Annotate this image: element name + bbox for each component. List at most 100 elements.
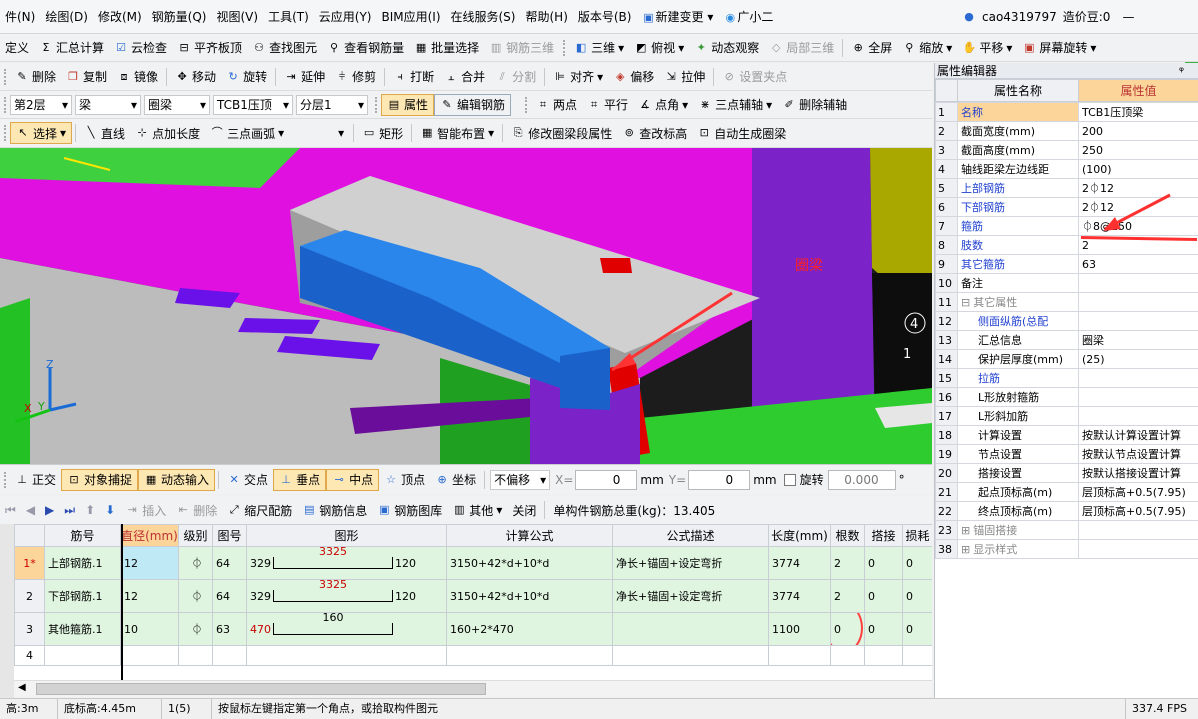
row-header[interactable]: 3 xyxy=(14,612,45,646)
menu-new-change[interactable]: ▣ 新建变更 ▾ xyxy=(636,0,718,33)
cell-count[interactable]: 0 xyxy=(830,612,865,646)
cell-empty[interactable] xyxy=(44,645,121,666)
property-value[interactable] xyxy=(1078,539,1198,559)
property-row[interactable]: 16 L形放射箍筋 xyxy=(935,387,1198,407)
property-row[interactable]: 9 其它箍筋 63 xyxy=(935,254,1198,274)
property-value[interactable]: 250 xyxy=(1078,140,1198,160)
header-formula[interactable]: 计算公式 xyxy=(446,524,613,547)
property-name[interactable]: 肢数 xyxy=(957,235,1079,255)
table-row[interactable]: 4 xyxy=(14,645,932,666)
cell-length[interactable]: 3774 xyxy=(768,579,831,613)
offset-button[interactable]: ◈ 偏移 xyxy=(608,66,659,88)
cell-description[interactable]: 净长+锚固+设定弯折 xyxy=(612,546,769,580)
find-element-button[interactable]: ⚇ 查找图元 xyxy=(247,37,322,59)
cell-empty[interactable] xyxy=(212,645,247,666)
property-value[interactable]: 200 xyxy=(1078,121,1198,141)
intersection-toggle[interactable]: ✕ 交点 xyxy=(222,469,273,491)
property-name[interactable]: 其它箍筋 xyxy=(957,254,1079,274)
property-name[interactable]: 上部钢筋 xyxy=(957,178,1079,198)
menu-bim[interactable]: BIM应用(I) xyxy=(376,0,445,33)
rectangle-button[interactable]: ▭ 矩形 xyxy=(357,122,408,144)
pan-button[interactable]: ✋ 平移 ▾ xyxy=(957,37,1017,59)
three-point-arc-button[interactable]: ⌒ 三点画弧 ▾ xyxy=(205,122,289,144)
row-header[interactable]: 4 xyxy=(14,645,45,666)
property-row[interactable]: 13 汇总信息 圈梁 xyxy=(935,330,1198,350)
3d-viewport[interactable]: 圈梁 4 1 Z X Y xyxy=(0,148,932,464)
menu-tools[interactable]: 工具(T) xyxy=(263,0,314,33)
minimize-icon[interactable]: — xyxy=(1122,10,1134,24)
cell-name[interactable]: 下部钢筋.1 xyxy=(44,579,121,613)
property-name[interactable]: L形放射箍筋 xyxy=(957,387,1079,407)
rotate-button[interactable]: ↻ 旋转 xyxy=(221,66,272,88)
property-name[interactable]: 拉筋 xyxy=(957,368,1079,388)
cell-lap[interactable]: 0 xyxy=(864,546,903,580)
property-row[interactable]: 3 截面高度(mm) 250 xyxy=(935,140,1198,160)
cell-empty[interactable] xyxy=(612,645,769,666)
property-row[interactable]: 12 侧面纵筋(总配 xyxy=(935,311,1198,331)
vertex-toggle[interactable]: ☆ 顶点 xyxy=(379,469,430,491)
cell-description[interactable] xyxy=(612,612,769,646)
property-name[interactable]: 汇总信息 xyxy=(957,330,1079,350)
property-row[interactable]: 20 搭接设置 按默认搭接设置计算 xyxy=(935,463,1198,483)
expand-toggle-icon[interactable]: ⊞ xyxy=(961,524,970,537)
break-button[interactable]: ⫞ 打断 xyxy=(388,66,439,88)
property-value[interactable]: 按默认计算设置计算 xyxy=(1078,425,1198,445)
perpendicular-toggle[interactable]: ⊥ 垂点 xyxy=(273,468,327,491)
property-name[interactable]: 箍筋 xyxy=(957,216,1079,236)
property-row[interactable]: 23 ⊞ 锚固搭接 xyxy=(935,520,1198,540)
property-value[interactable]: (25) xyxy=(1078,349,1198,369)
rotate-checkbox[interactable] xyxy=(783,473,796,486)
cell-count[interactable]: 2 xyxy=(830,579,865,613)
mirror-button[interactable]: ⧈ 镜像 xyxy=(112,66,163,88)
split-button[interactable]: ⫽ 分割 xyxy=(490,66,541,88)
scale-rebar-button[interactable]: ⤢ 缩尺配筋 xyxy=(222,499,297,521)
header-figure-no[interactable]: 图号 xyxy=(212,524,247,547)
property-row[interactable]: 22 终点顶标高(m) 层顶标高+0.5(7.95) xyxy=(935,501,1198,521)
cloud-check-button[interactable]: ☑ 云检查 xyxy=(109,37,172,59)
property-name[interactable]: ⊞ 锚固搭接 xyxy=(957,520,1079,540)
property-row[interactable]: 10 备注 xyxy=(935,273,1198,293)
property-row[interactable]: 17 L形斜加筋 xyxy=(935,406,1198,426)
property-name[interactable]: 终点顶标高(m) xyxy=(957,501,1079,521)
property-name[interactable]: 截面高度(mm) xyxy=(957,140,1079,160)
dynamic-input-toggle[interactable]: ▦ 动态输入 xyxy=(138,468,216,491)
property-value[interactable] xyxy=(1078,292,1198,312)
cell-diameter[interactable]: 10 xyxy=(120,612,179,646)
fullscreen-button[interactable]: ⊕ 全屏 xyxy=(846,37,897,59)
property-value[interactable] xyxy=(1078,273,1198,293)
property-name[interactable]: 保护层厚度(mm) xyxy=(957,349,1079,369)
prev-record-button[interactable]: ◀ xyxy=(21,499,40,521)
view-rebar-button[interactable]: ⚲ 查看钢筋量 xyxy=(322,37,409,59)
header-shape[interactable]: 图形 xyxy=(246,524,447,547)
define-button[interactable]: 定义 xyxy=(0,37,34,59)
property-row[interactable]: 14 保护层厚度(mm) (25) xyxy=(935,349,1198,369)
object-snap-toggle[interactable]: ⊡ 对象捕捉 xyxy=(61,468,139,491)
header-diameter[interactable]: 直径(mm) xyxy=(120,524,179,547)
cell-loss[interactable]: 0 xyxy=(902,579,932,613)
insert-row-button[interactable]: ⇥ 插入 xyxy=(120,499,171,521)
cell-empty[interactable] xyxy=(246,645,447,666)
cell-name[interactable]: 上部钢筋.1 xyxy=(44,546,121,580)
subtype-select[interactable]: 圈梁 ▾ xyxy=(144,94,210,115)
close-grid-button[interactable]: 关闭 xyxy=(507,499,541,521)
table-row[interactable]: 1* 上部钢筋.1 12 ⏀ 64 329 3325 120 3150+42*d+1… xyxy=(14,546,932,580)
copy-button[interactable]: ❐ 复制 xyxy=(61,66,112,88)
top-view-button[interactable]: ◩ 俯视 ▾ xyxy=(629,37,689,59)
cell-diameter[interactable]: 12 xyxy=(120,579,179,613)
cell-grade[interactable]: ⏀ xyxy=(178,579,213,613)
cell-grade[interactable]: ⏀ xyxy=(178,612,213,646)
menu-version[interactable]: 版本号(B) xyxy=(573,0,637,33)
scroll-thumb[interactable] xyxy=(36,683,486,695)
cell-grade[interactable]: ⏀ xyxy=(178,546,213,580)
parallel-button[interactable]: ⌗ 平行 xyxy=(582,94,633,116)
layer-select[interactable]: 分层1 ▾ xyxy=(296,94,368,115)
property-value[interactable] xyxy=(1078,406,1198,426)
property-value[interactable]: 按默认搭接设置计算 xyxy=(1078,463,1198,483)
header-description[interactable]: 公式描述 xyxy=(612,524,769,547)
delete-row-button[interactable]: ⇤ 删除 xyxy=(171,499,222,521)
merge-button[interactable]: ⫠ 合并 xyxy=(439,66,490,88)
coordinate-toggle[interactable]: ⊕ 坐标 xyxy=(430,469,481,491)
move-up-button[interactable]: ⬆ xyxy=(80,499,100,521)
menu-view[interactable]: 视图(V) xyxy=(211,0,263,33)
type-select[interactable]: 梁 ▾ xyxy=(75,94,141,115)
